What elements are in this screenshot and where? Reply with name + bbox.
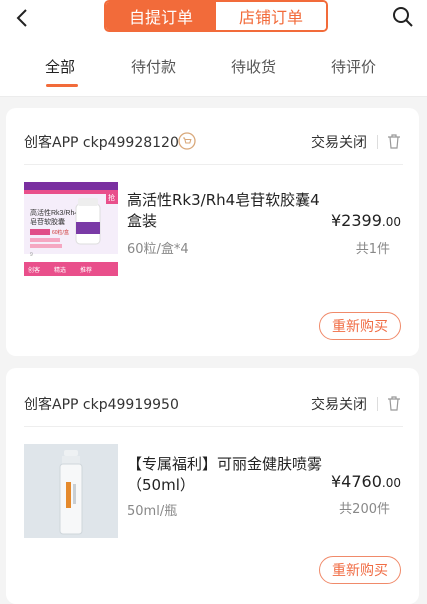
thumb-text: 抢 — [108, 193, 115, 202]
order-status: 交易关闭 — [311, 397, 367, 413]
thumb-text: 创客 — [28, 266, 40, 274]
thumb-text: 推荐 — [80, 266, 92, 274]
trash-icon[interactable] — [385, 132, 403, 150]
tab-all[interactable]: 全部 — [45, 56, 75, 77]
product-quantity: 共200件 — [339, 502, 390, 517]
cart-badge-icon — [178, 132, 196, 150]
rebuy-button[interactable]: 重新购买 — [319, 556, 401, 584]
order-id: 创客APP ckp49928120 — [24, 135, 179, 151]
order-card: 创客APP ckp49928120 交易关闭 高活性Rk3/Rh4 皂苷软胶囊 … — [6, 108, 419, 356]
product-quantity: 共1件 — [355, 242, 390, 257]
capsule-product-image: 高活性Rk3/Rh4 皂苷软胶囊 60粒/盒 创客 精选 推荐 抢 9 — [24, 182, 118, 276]
top-bar: 自提订单 店铺订单 全部 待付款 待收货 待评价 — [0, 0, 427, 97]
product-spec: 60粒/盒*4 — [127, 242, 189, 257]
order-status-tabs: 全部 待付款 待收货 待评价 — [0, 56, 427, 96]
price-main: ¥2399 — [331, 211, 382, 230]
back-chevron-icon[interactable] — [10, 6, 34, 30]
tab-pending-review[interactable]: 待评价 — [331, 56, 376, 77]
rebuy-button[interactable]: 重新购买 — [319, 312, 401, 340]
thumb-text: 9 — [30, 252, 33, 258]
divider — [377, 135, 378, 149]
active-tab-indicator — [46, 84, 78, 87]
order-type-segment: 自提订单 店铺订单 — [104, 0, 328, 32]
product-thumbnail[interactable]: 高活性Rk3/Rh4 皂苷软胶囊 60粒/盒 创客 精选 推荐 抢 9 — [24, 182, 118, 276]
tab-pending-receipt[interactable]: 待收货 — [231, 56, 276, 77]
thumb-text: 精选 — [54, 266, 66, 274]
thumb-text: 60粒/盒 — [52, 229, 69, 236]
thumb-text: 高活性Rk3/Rh4 — [30, 208, 78, 217]
search-icon[interactable] — [391, 5, 415, 29]
thumb-text: 皂苷软胶囊 — [30, 217, 65, 226]
segment-pickup-orders[interactable]: 自提订单 — [106, 2, 216, 30]
divider — [377, 397, 378, 411]
price-decimal: .00 — [381, 476, 401, 490]
divider — [24, 426, 403, 427]
product-price: ¥4760.00 — [331, 472, 401, 491]
divider — [24, 164, 403, 165]
order-card: 创客APP ckp49919950 交易关闭 【专属福利】可丽金健肤喷雾（50m… — [6, 368, 419, 604]
tab-pending-payment[interactable]: 待付款 — [131, 56, 176, 77]
trash-icon[interactable] — [385, 394, 403, 412]
spray-bottle-image — [24, 444, 118, 538]
product-name[interactable]: 高活性Rk3/Rh4皂苷软胶囊4盒装 — [127, 190, 327, 232]
product-name[interactable]: 【专属福利】可丽金健肤喷雾（50ml） — [127, 454, 327, 496]
price-decimal: .00 — [381, 215, 401, 229]
product-price: ¥2399.00 — [331, 211, 401, 230]
product-thumbnail[interactable] — [24, 444, 118, 538]
segment-store-orders[interactable]: 店铺订单 — [216, 2, 326, 30]
price-main: ¥4760 — [331, 472, 382, 491]
order-status: 交易关闭 — [311, 135, 367, 151]
product-spec: 50ml/瓶 — [127, 504, 178, 519]
order-id: 创客APP ckp49919950 — [24, 397, 179, 413]
